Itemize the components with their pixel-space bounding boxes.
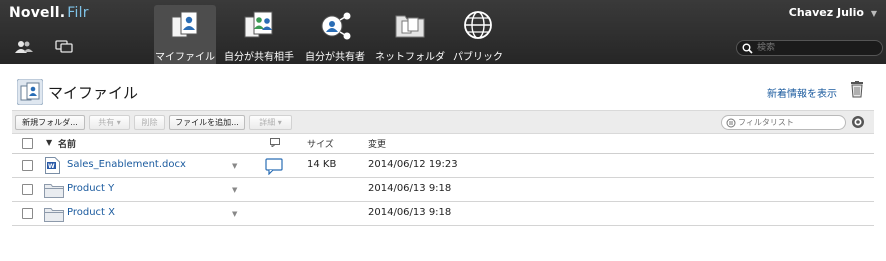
share-label: 共有 — [98, 118, 115, 127]
svg-text:W: W — [48, 163, 55, 170]
column-modified[interactable]: 変更 — [368, 137, 386, 150]
sort-arrow-icon[interactable]: ▼ — [46, 138, 52, 147]
my-files-title-icon — [17, 79, 43, 105]
people-icon[interactable] — [15, 40, 33, 54]
user-menu-caret-icon[interactable]: ▼ — [871, 9, 877, 18]
net-folders-icon — [395, 15, 425, 38]
brand-main: Novell. — [9, 5, 66, 21]
nav-shared-by-me[interactable]: 自分が共有者 — [304, 5, 366, 64]
file-name-link[interactable]: Sales_Enablement.docx — [67, 159, 186, 170]
comment-column-icon — [270, 138, 280, 147]
nav-shared-with-me[interactable]: 自分が共有相手 — [224, 5, 294, 64]
shared-with-me-icon — [244, 11, 273, 38]
toolbar: 新規フォルダ... 共有 ▾ 削除 ファイルを追加... 詳細 ▾ — [12, 110, 874, 134]
table-header: ▼ 名前 サイズ 変更 — [12, 134, 874, 154]
modified-date: 2014/06/12 19:23 — [368, 159, 458, 170]
column-name[interactable]: 名前 — [58, 137, 76, 150]
app-logo[interactable]: Novell. Filr — [9, 5, 89, 21]
modified-date: 2014/06/13 9:18 — [368, 207, 452, 218]
more-label: 詳細 — [259, 118, 276, 127]
nav-net-folders[interactable]: ネットフォルダ — [375, 5, 445, 64]
comments-icon[interactable] — [55, 40, 73, 54]
trash-icon[interactable] — [850, 81, 864, 98]
filter-icon — [726, 118, 736, 128]
word-document-icon: W — [45, 157, 60, 174]
row-menu-caret-icon[interactable]: ▼ — [232, 186, 237, 194]
user-menu[interactable]: Chavez Julio — [789, 6, 864, 19]
search-input[interactable] — [757, 42, 877, 54]
table-row[interactable]: Product Y ▼ 2014/06/13 9:18 — [12, 178, 874, 202]
new-folder-button[interactable]: 新規フォルダ... — [15, 115, 85, 130]
nav-label: 自分が共有者 — [305, 52, 365, 63]
search-icon — [742, 43, 753, 54]
top-bar: Novell. Filr マイファイル 自分が共有相手 自分が共有者 ネットフォ… — [0, 0, 886, 64]
folder-icon — [44, 184, 64, 198]
row-menu-caret-icon[interactable]: ▼ — [232, 162, 237, 170]
select-all-checkbox[interactable] — [22, 138, 33, 149]
filter-input[interactable] — [738, 117, 838, 128]
table-row[interactable]: Product X ▼ 2014/06/13 9:18 — [12, 202, 874, 226]
table-row[interactable]: W Sales_Enablement.docx ▼ 14 KB 2014/06/… — [12, 154, 874, 178]
nav-label: 自分が共有相手 — [224, 52, 294, 63]
folder-name-link[interactable]: Product Y — [67, 183, 114, 194]
public-globe-icon — [464, 11, 492, 39]
add-files-button[interactable]: ファイルを追加... — [169, 115, 245, 130]
modified-date: 2014/06/13 9:18 — [368, 183, 452, 194]
row-menu-caret-icon[interactable]: ▼ — [232, 210, 237, 218]
delete-button[interactable]: 削除 — [134, 115, 165, 130]
comment-icon[interactable] — [265, 158, 283, 175]
row-checkbox[interactable] — [22, 160, 33, 171]
more-button[interactable]: 詳細 ▾ — [249, 115, 292, 130]
whats-new-link[interactable]: 新着情報を表示 — [767, 85, 837, 100]
file-size: 14 KB — [307, 159, 337, 170]
gear-icon[interactable] — [851, 115, 865, 129]
nav-my-files[interactable]: マイファイル — [154, 5, 216, 64]
page-title: マイファイル — [48, 84, 139, 102]
row-checkbox[interactable] — [22, 184, 33, 195]
folder-name-link[interactable]: Product X — [67, 207, 115, 218]
nav-public[interactable]: パブリック — [447, 5, 509, 64]
my-files-icon — [171, 11, 198, 38]
brand-sub: Filr — [67, 5, 89, 21]
nav-label: パブリック — [453, 52, 503, 63]
row-checkbox[interactable] — [22, 208, 33, 219]
folder-icon — [44, 208, 64, 222]
column-size[interactable]: サイズ — [307, 137, 334, 150]
share-button[interactable]: 共有 ▾ — [89, 115, 130, 130]
search-box[interactable] — [736, 40, 883, 56]
filter-box[interactable] — [721, 115, 846, 130]
shared-by-me-icon — [321, 12, 351, 40]
